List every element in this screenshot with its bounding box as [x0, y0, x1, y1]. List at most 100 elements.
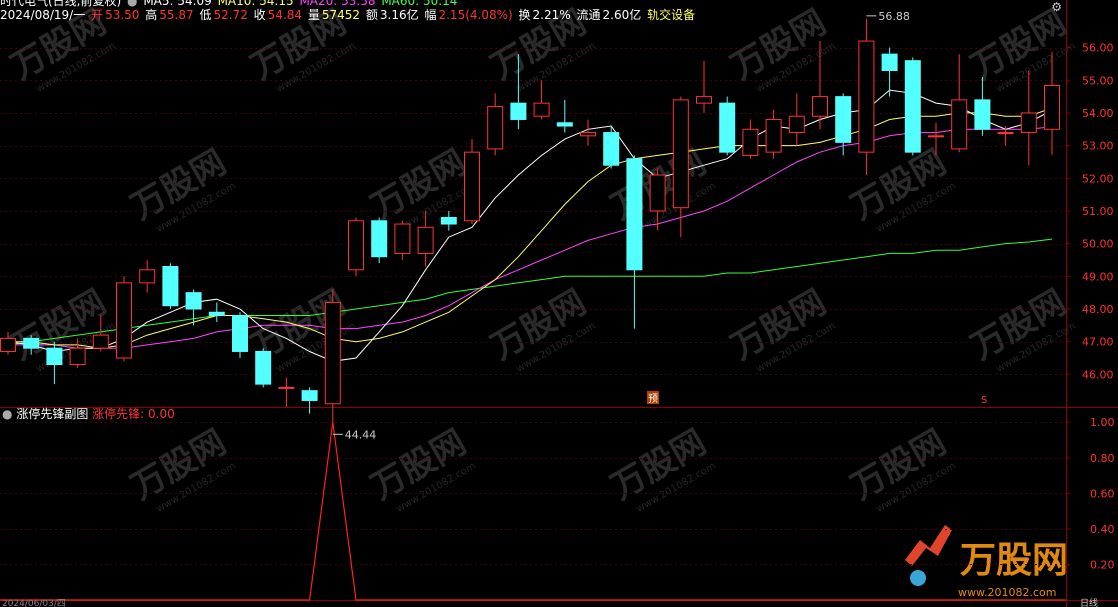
- candle-body-up[interactable]: [533, 102, 550, 117]
- collapse-icon[interactable]: ●: [2, 407, 12, 421]
- candle-body-up[interactable]: [858, 40, 875, 153]
- candle-body-down[interactable]: [46, 347, 63, 366]
- logo-watermark: 万股网: [960, 540, 1068, 581]
- candle-body-up[interactable]: [139, 269, 156, 284]
- header-row-ma: 时代电气(日线,前复权) ● MA5: 54.09 MA10: 54.15 MA…: [0, 0, 459, 8]
- candle-body-down[interactable]: [255, 350, 272, 385]
- settings-dot-icon[interactable]: ●: [127, 0, 137, 8]
- pre-tag-label: 预: [648, 393, 658, 405]
- float-value: 2.60亿: [602, 8, 642, 22]
- candle-body-up[interactable]: [788, 115, 805, 134]
- candle-body-up[interactable]: [464, 151, 480, 222]
- candle-body-down[interactable]: [835, 96, 852, 143]
- candle-body-up[interactable]: [278, 386, 295, 389]
- candle-body-up[interactable]: [394, 223, 411, 254]
- candle-body-up[interactable]: [69, 347, 86, 366]
- candle-body-up[interactable]: [0, 337, 16, 352]
- float-label: 流通: [576, 8, 601, 22]
- sub-tick-label: 0.80: [1090, 452, 1115, 465]
- period-label[interactable]: 日线: [1080, 597, 1098, 607]
- candle-body-up[interactable]: [951, 99, 968, 150]
- sub-panel-header: ● 涨停先锋副图 涨停先锋: 0.00: [2, 407, 175, 421]
- header-row-quote: 2024/08/19/一 开 53.50 高 55.87 低 52.72 收 54.84…: [0, 8, 697, 22]
- candle-body-down[interactable]: [208, 311, 225, 317]
- candle-body-up[interactable]: [765, 118, 782, 153]
- sub-tick-label: 0.20: [1090, 558, 1115, 571]
- quote-date: 2024/08/19/一: [0, 8, 86, 22]
- open-label: 开: [91, 8, 104, 22]
- candle-body-down[interactable]: [301, 390, 318, 401]
- price-tick-label: 48.00: [1082, 303, 1114, 316]
- sub-indicator-value: 涨停先锋: 0.00: [92, 407, 175, 421]
- change-label: 幅: [424, 8, 437, 22]
- candle-body-down[interactable]: [371, 220, 388, 258]
- candle-body-up[interactable]: [742, 128, 759, 156]
- change-value: 2.15(4.08%): [438, 8, 513, 22]
- stock-chart-window: 万股网 www.201082.com 万股网 www.201082.com 万股网 www…: [0, 0, 1118, 607]
- turnover-label: 换: [518, 8, 531, 22]
- ma5-label: MA5: 54.09: [143, 0, 212, 8]
- price-tick-label: 47.00: [1082, 336, 1114, 349]
- candle-body-up[interactable]: [487, 105, 504, 150]
- candle-body-up[interactable]: [324, 301, 341, 405]
- candle-body-down[interactable]: [881, 53, 898, 71]
- candle-body-up[interactable]: [417, 226, 434, 254]
- logo-figure-icon: [910, 570, 926, 586]
- candle-body-up[interactable]: [696, 96, 712, 104]
- sub-panel-title[interactable]: 涨停先锋副图: [16, 407, 88, 421]
- candle-body-down[interactable]: [556, 122, 573, 127]
- low-price-label: 44.44: [345, 428, 377, 441]
- open-value: 53.50: [105, 8, 140, 22]
- high-label: 高: [145, 8, 158, 22]
- ma60-label: MA60: 50.14: [381, 0, 458, 8]
- candle-body-up[interactable]: [812, 96, 828, 117]
- candle-body-down[interactable]: [974, 99, 991, 130]
- candle-body-down[interactable]: [185, 292, 202, 310]
- candle-body-down[interactable]: [626, 158, 643, 271]
- candle-body-up[interactable]: [348, 220, 364, 271]
- price-tick-label: 54.00: [1082, 107, 1114, 120]
- price-tick-label: 46.00: [1082, 368, 1114, 381]
- sector-label[interactable]: 轨交设备: [647, 8, 695, 22]
- sub-tick-label: 0.40: [1090, 523, 1115, 536]
- candle-body-down[interactable]: [719, 102, 736, 153]
- ma10-label: MA10: 54.15: [217, 0, 294, 8]
- chart-canvas[interactable]: 万股网www.201082.com 万股网www.201082.com 万股网www…: [0, 0, 1118, 607]
- gear-icon[interactable]: ⚙: [1051, 0, 1062, 14]
- candle-body-up[interactable]: [1044, 85, 1060, 130]
- close-value: 54.84: [267, 8, 303, 22]
- candle-body-down[interactable]: [603, 132, 620, 166]
- turnover-value: 2.21%: [532, 8, 571, 22]
- stock-name[interactable]: 时代电气(日线,前复权): [0, 0, 121, 8]
- price-tick-label: 55.00: [1082, 74, 1114, 87]
- s-tag-label: S: [981, 395, 987, 406]
- amount-value: 3.16亿: [379, 8, 419, 22]
- candle-body-down[interactable]: [23, 337, 40, 349]
- price-tick-label: 53.00: [1082, 140, 1114, 153]
- sub-tick-label: 0.60: [1090, 487, 1115, 500]
- bottom-date-label: 2024/06/03/四: [2, 599, 66, 607]
- candle-body-up[interactable]: [116, 282, 132, 359]
- high-value: 55.87: [159, 8, 194, 22]
- candle-body-up[interactable]: [1020, 112, 1037, 134]
- candle-body-down[interactable]: [904, 60, 921, 153]
- candle-body-down[interactable]: [232, 315, 248, 352]
- candle-body-up[interactable]: [92, 334, 109, 349]
- close-label: 收: [253, 8, 266, 22]
- candle-body-up[interactable]: [580, 132, 596, 137]
- volume-label: 量: [307, 8, 320, 22]
- candle-body-up[interactable]: [928, 135, 944, 138]
- candle-body-down[interactable]: [162, 266, 179, 307]
- price-tick-label: 56.00: [1082, 42, 1114, 55]
- candle-body-up[interactable]: [997, 132, 1014, 135]
- price-tick-label: 51.00: [1082, 205, 1114, 218]
- sub-tick-label: 1.00: [1090, 416, 1115, 429]
- logo-watermark-url: www.201082.com: [958, 586, 1056, 599]
- header-bar: 时代电气(日线,前复权) ● MA5: 54.09 MA10: 54.15 MA…: [0, 0, 1066, 28]
- candle-body-up[interactable]: [672, 99, 689, 209]
- ma20-label: MA20: 53.58: [299, 0, 376, 8]
- price-tick-label: 52.00: [1082, 172, 1114, 185]
- candle-body-up[interactable]: [649, 174, 666, 212]
- candle-body-down[interactable]: [510, 102, 527, 120]
- candle-body-down[interactable]: [440, 217, 457, 225]
